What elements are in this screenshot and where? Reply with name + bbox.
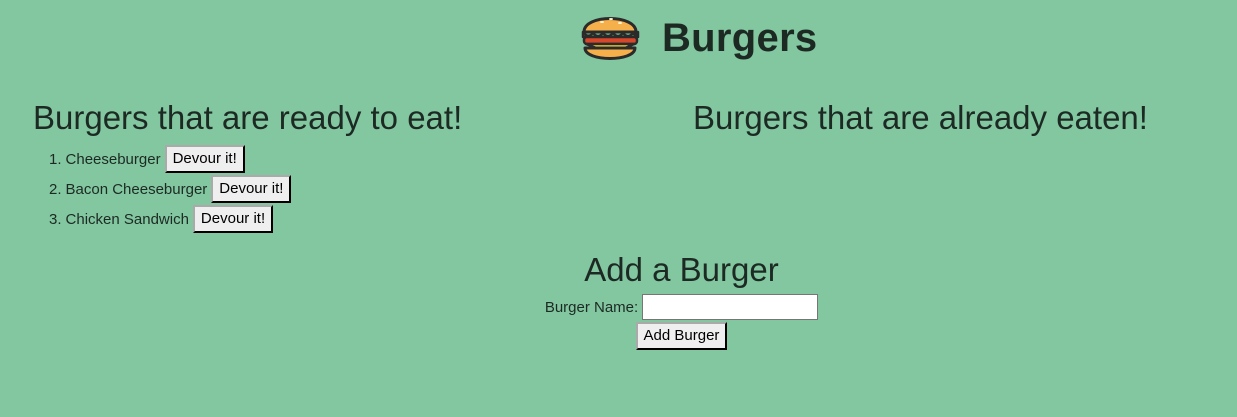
burger-name: Cheeseburger bbox=[65, 150, 161, 168]
header: Burgers bbox=[578, 6, 817, 70]
devour-button[interactable]: Devour it! bbox=[211, 175, 292, 203]
list-item: 3. Chicken Sandwich Devour it! bbox=[49, 204, 291, 234]
hamburger-icon bbox=[578, 4, 642, 73]
burger-name: Chicken Sandwich bbox=[65, 210, 189, 228]
devour-button[interactable]: Devour it! bbox=[164, 145, 245, 173]
add-burger-button[interactable]: Add Burger bbox=[635, 322, 728, 350]
app-title: Burgers bbox=[662, 16, 818, 60]
ready-burger-list: 1. Cheeseburger Devour it! 2. Bacon Chee… bbox=[49, 144, 292, 234]
add-burger-section: Add a Burger Burger Name: Add Burger bbox=[0, 250, 1237, 350]
list-item-number: 1. bbox=[49, 150, 62, 168]
burger-name: Bacon Cheeseburger bbox=[65, 180, 208, 198]
list-item: 1. Cheeseburger Devour it! bbox=[49, 144, 291, 174]
list-item-number: 2. bbox=[49, 180, 62, 198]
list-item: 2. Bacon Cheeseburger Devour it! bbox=[49, 174, 292, 204]
burger-name-row: Burger Name: bbox=[0, 294, 1237, 320]
burger-name-input[interactable] bbox=[642, 294, 819, 320]
page: Burgers Burgers that are ready to eat! B… bbox=[0, 0, 1237, 417]
burger-name-label: Burger Name: bbox=[544, 298, 639, 316]
submit-row: Add Burger bbox=[0, 322, 1237, 350]
devour-button[interactable]: Devour it! bbox=[192, 205, 274, 233]
eaten-heading: Burgers that are already eaten! bbox=[693, 99, 1148, 136]
ready-heading: Burgers that are ready to eat! bbox=[33, 99, 463, 136]
list-item-number: 3. bbox=[49, 210, 62, 228]
add-burger-heading: Add a Burger bbox=[584, 251, 779, 288]
